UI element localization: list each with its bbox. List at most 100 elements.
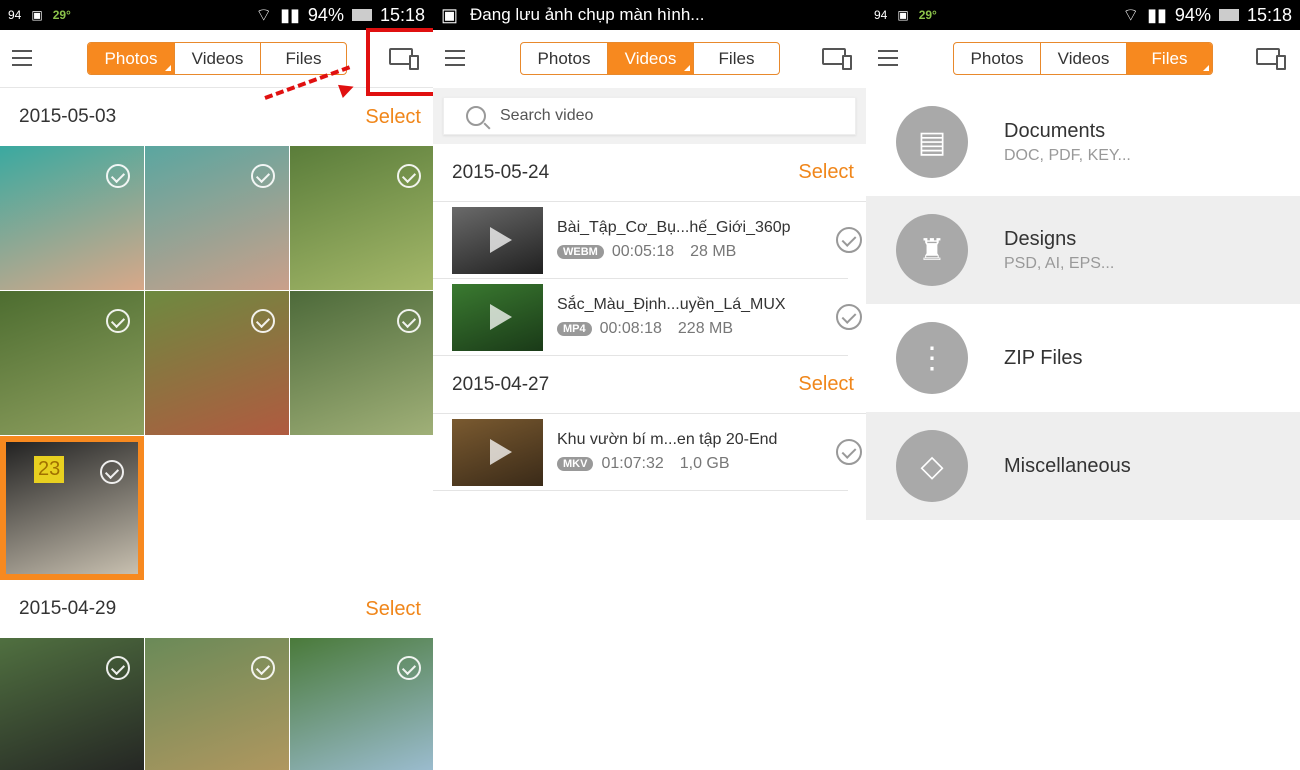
- notification-text: Đang lưu ảnh chụp màn hình...: [470, 5, 705, 24]
- video-meta: MKV 01:07:32 1,0 GB: [557, 455, 777, 473]
- date-header: 2015-04-27 Select: [433, 356, 866, 414]
- category-name: Documents: [1004, 119, 1106, 142]
- menu-icon[interactable]: [445, 50, 465, 66]
- video-info: Bài_Tập_Cơ_Bụ...hế_Giới_360p WEBM 00:05:18…: [557, 219, 791, 261]
- tab-files[interactable]: Files: [260, 43, 346, 74]
- file-size: 1,0 GB: [679, 455, 730, 472]
- files-screen: 94 ▣ 29° ⌔ ▮▮ 94% 15:18 Photos Videos Files ▤…: [866, 0, 1300, 770]
- check-icon[interactable]: [836, 227, 862, 253]
- media-tabs: Photos Videos Files: [953, 42, 1213, 75]
- photo-thumbnail[interactable]: [145, 146, 289, 290]
- category-types: DOC, PDF, KEY...: [1004, 146, 1131, 164]
- tab-photos[interactable]: Photos: [521, 43, 607, 74]
- tab-photos[interactable]: Photos: [88, 43, 174, 74]
- status-bar: 94 ▣ 29° ⌔ ▮▮ 94% 15:18: [0, 0, 433, 30]
- video-item[interactable]: Sắc_Màu_Định...uyền_Lá_MUX MP4 00:08:18 228…: [433, 279, 862, 356]
- file-category-designs[interactable]: ♜ Designs PSD, AI, EPS...: [866, 196, 1300, 304]
- tab-files[interactable]: Files: [1126, 43, 1212, 74]
- menu-icon[interactable]: [12, 50, 32, 66]
- video-item[interactable]: Khu vườn bí m...en tập 20-End MKV 01:07:32…: [433, 414, 862, 491]
- check-icon[interactable]: [397, 309, 421, 333]
- select-button[interactable]: Select: [798, 373, 854, 396]
- check-icon[interactable]: [836, 304, 862, 330]
- video-info: Khu vườn bí m...en tập 20-End MKV 01:07:32…: [557, 431, 777, 473]
- format-badge: WEBM: [557, 245, 604, 259]
- videos-screen: ▣ Đang lưu ảnh chụp màn hình... Photos Vi…: [433, 0, 866, 770]
- check-icon[interactable]: [100, 460, 124, 484]
- photo-thumbnail[interactable]: [0, 638, 144, 770]
- devices-icon[interactable]: [1256, 48, 1286, 70]
- brush-icon: ♜: [896, 214, 968, 286]
- tab-videos[interactable]: Videos: [607, 43, 693, 74]
- photo-thumbnail[interactable]: [0, 146, 144, 290]
- check-icon[interactable]: [251, 164, 275, 188]
- date-header: 2015-04-29 Select: [0, 580, 433, 638]
- clock: 15:18: [379, 4, 425, 25]
- format-badge: MKV: [557, 457, 594, 471]
- check-icon[interactable]: [106, 656, 130, 680]
- duration: 00:05:18: [611, 243, 675, 260]
- check-icon[interactable]: [836, 439, 862, 465]
- menu-icon[interactable]: [878, 50, 898, 66]
- check-icon[interactable]: [397, 656, 421, 680]
- category-name: Designs: [1004, 227, 1077, 250]
- video-item[interactable]: Bài_Tập_Cơ_Bụ...hế_Giới_360p WEBM 00:05:18…: [433, 202, 862, 279]
- tab-videos[interactable]: Videos: [174, 43, 260, 74]
- check-icon[interactable]: [106, 164, 130, 188]
- select-button[interactable]: Select: [365, 598, 421, 621]
- photo-grid: [0, 638, 433, 770]
- check-icon[interactable]: [106, 309, 130, 333]
- devices-icon[interactable]: [822, 48, 852, 70]
- file-size: 28 MB: [690, 243, 737, 260]
- file-size: 228 MB: [677, 320, 734, 337]
- photos-screen: 94 ▣ 29° ⌔ ▮▮ 94% 15:18 Photos Videos Files 2…: [0, 0, 433, 770]
- video-thumbnail: [452, 283, 543, 351]
- photo-thumbnail[interactable]: [290, 291, 433, 435]
- puzzle-icon: ◇: [896, 430, 968, 502]
- document-icon: ▤: [896, 106, 968, 178]
- category-text: ZIP Files: [1004, 347, 1083, 370]
- photo-thumbnail[interactable]: [0, 291, 144, 435]
- tab-files[interactable]: Files: [693, 43, 779, 74]
- signal-icon: ▮▮: [280, 4, 300, 25]
- date-label: 2015-04-27: [452, 373, 550, 395]
- search-input[interactable]: Search video: [443, 97, 856, 135]
- signal-icon: ▮▮: [1147, 4, 1167, 25]
- photo-thumbnail[interactable]: [290, 146, 433, 290]
- file-category-zip-files[interactable]: ⋮ ZIP Files: [866, 304, 1300, 412]
- battery-percent: 94%: [307, 4, 344, 25]
- check-icon[interactable]: [397, 164, 421, 188]
- file-category-documents[interactable]: ▤ Documents DOC, PDF, KEY...: [866, 88, 1300, 196]
- photo-thumbnail[interactable]: [145, 291, 289, 435]
- check-icon[interactable]: [251, 656, 275, 680]
- file-category-miscellaneous[interactable]: ◇ Miscellaneous: [866, 412, 1300, 520]
- app-header: Photos Videos Files: [433, 30, 866, 88]
- select-button[interactable]: Select: [365, 106, 421, 129]
- category-text: Designs PSD, AI, EPS...: [1004, 228, 1114, 273]
- status-bar: ▣ Đang lưu ảnh chụp màn hình...: [433, 0, 866, 30]
- video-meta: MP4 00:08:18 228 MB: [557, 320, 786, 338]
- video-thumbnail: [452, 418, 543, 486]
- photo-thumbnail[interactable]: [290, 638, 433, 770]
- video-info: Sắc_Màu_Định...uyền_Lá_MUX MP4 00:08:18 228…: [557, 296, 786, 338]
- status-bar: 94 ▣ 29° ⌔ ▮▮ 94% 15:18: [866, 0, 1300, 30]
- category-text: Miscellaneous: [1004, 455, 1131, 478]
- select-button[interactable]: Select: [798, 161, 854, 184]
- photo-thumbnail[interactable]: [145, 638, 289, 770]
- tab-videos[interactable]: Videos: [1040, 43, 1126, 74]
- photo-grid: 23: [0, 146, 433, 580]
- tab-photos[interactable]: Photos: [954, 43, 1040, 74]
- battery-icon: [1218, 9, 1239, 21]
- category-name: ZIP Files: [1004, 346, 1083, 369]
- face-badge: 23: [34, 456, 65, 483]
- video-name: Sắc_Màu_Định...uyền_Lá_MUX: [557, 296, 786, 313]
- photo-thumbnail[interactable]: 23: [0, 436, 144, 580]
- temperature: 29°: [52, 8, 71, 22]
- video-meta: WEBM 00:05:18 28 MB: [557, 243, 791, 261]
- battery-icon: [351, 9, 372, 21]
- check-icon[interactable]: [251, 309, 275, 333]
- category-name: Miscellaneous: [1004, 454, 1131, 477]
- image-icon: ▣: [441, 4, 459, 25]
- date-header: 2015-05-03 Select: [0, 88, 433, 146]
- image-icon: ▣: [31, 8, 43, 22]
